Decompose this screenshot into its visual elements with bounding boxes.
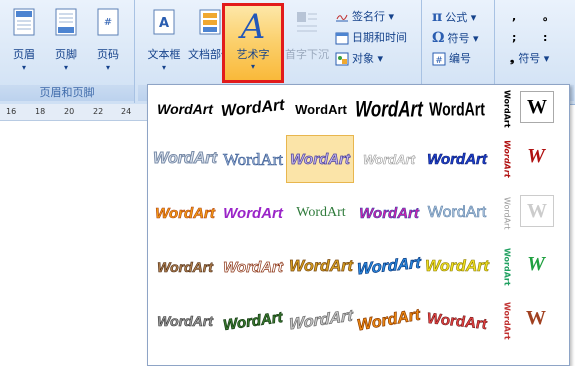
wordart-style-24[interactable]: WordArt: [288, 245, 354, 289]
wordart-style-18[interactable]: WordArt: [356, 191, 422, 235]
wordart-style-5[interactable]: WordArt: [424, 87, 490, 131]
wordart-style-26[interactable]: WordArt: [424, 245, 490, 289]
wordart-style-30[interactable]: WordArt: [220, 299, 286, 343]
wordart-style-7[interactable]: W: [520, 91, 554, 123]
wordart-style-14[interactable]: W: [520, 141, 552, 171]
wordart-style-22[interactable]: WordArt: [152, 245, 218, 289]
object-label: 对象: [352, 52, 374, 65]
omega-icon: Ω: [432, 30, 445, 46]
text-box-button[interactable]: A 文本框 ▾: [144, 4, 184, 72]
header-footer-group-label: 页眉和页脚: [0, 85, 134, 101]
equation-button[interactable]: π 公式 ▾: [432, 8, 476, 26]
wordart-style-17[interactable]: WordArt: [288, 191, 354, 235]
wordart-style-35[interactable]: W: [520, 303, 552, 333]
wordart-style-9[interactable]: WordArt: [220, 137, 286, 181]
footer-icon: [55, 8, 77, 36]
wordart-style-33[interactable]: WordArt: [424, 299, 490, 343]
wordart-style-8[interactable]: WordArt: [152, 137, 218, 181]
svg-text:A: A: [159, 16, 169, 31]
signature-line-label: 签名行: [352, 10, 385, 23]
header-label: 页眉: [13, 48, 35, 61]
object-icon: [335, 52, 349, 66]
wordart-style-16[interactable]: WordArt: [220, 191, 286, 235]
wordart-style-28[interactable]: W: [520, 249, 552, 279]
symbol-dot-icon: ❟: [510, 52, 515, 65]
text-box-label: 文本框: [147, 48, 181, 61]
equation-label: 公式: [445, 11, 468, 24]
wordart-style-31[interactable]: WordArt: [288, 299, 354, 343]
header-button[interactable]: 页眉 ▾: [4, 4, 44, 72]
ruler-tick: 18: [35, 107, 46, 116]
wordart-style-1[interactable]: WordArt: [152, 87, 218, 131]
symbol-label: 符号: [447, 32, 470, 45]
date-time-label: 日期和时间: [352, 31, 407, 44]
wordart-label: 艺术字: [236, 48, 270, 61]
drop-cap-button[interactable]: 首字下沉: [285, 4, 329, 72]
chevron-down-icon: ▾: [250, 62, 255, 71]
ruler-tick: 16: [6, 107, 17, 116]
symbol-button[interactable]: Ω 符号 ▾: [432, 29, 479, 47]
wordart-style-27[interactable]: WordArt: [499, 245, 515, 289]
pi-icon: π: [432, 9, 443, 25]
wordart-style-4[interactable]: WordArt: [355, 87, 423, 131]
wordart-icon: A: [240, 7, 266, 47]
wordart-style-32[interactable]: WordArt: [356, 299, 422, 343]
quick-parts-icon: [199, 9, 221, 35]
calendar-icon: [335, 32, 349, 45]
header-footer-group: 页眉 ▾ 页脚 ▾ # 页码 ▾ 页眉和页脚: [0, 0, 135, 103]
document-page[interactable]: [0, 121, 148, 364]
footer-button[interactable]: 页脚 ▾: [46, 4, 86, 72]
drop-cap-label: 首字下沉: [285, 48, 329, 61]
number-button[interactable]: # 编号: [432, 50, 471, 68]
svg-text:#: #: [435, 56, 443, 66]
wordart-style-13[interactable]: WordArt: [499, 137, 515, 181]
horizontal-ruler[interactable]: 16 18 20 22 24: [0, 104, 148, 121]
wordart-style-11[interactable]: WordArt: [356, 137, 422, 181]
wordart-style-34[interactable]: WordArt: [499, 299, 515, 343]
wordart-button[interactable]: A 艺术字 ▾: [222, 3, 284, 83]
ruler-tick: 22: [93, 107, 104, 116]
wordart-style-10[interactable]: WordArt: [286, 135, 354, 183]
symbol-semicolon[interactable]: ;: [512, 29, 516, 47]
special-symbol-button[interactable]: ❟ 符号 ▾: [510, 50, 549, 68]
page-number-button[interactable]: # 页码 ▾: [88, 4, 128, 72]
wordart-style-19[interactable]: WordArt: [424, 191, 490, 235]
signature-line-button[interactable]: 签名行 ▾: [335, 8, 394, 26]
wordart-gallery: WordArt WordArt WordArt WordArt WordArt …: [147, 84, 570, 366]
number-label: 编号: [449, 52, 471, 65]
wordart-style-29[interactable]: WordArt: [152, 299, 218, 343]
wordart-style-3[interactable]: WordArt: [288, 87, 354, 131]
wordart-style-21[interactable]: W: [520, 195, 554, 227]
symbol-period[interactable]: 。: [543, 8, 554, 26]
object-button[interactable]: 对象 ▾: [335, 50, 383, 68]
footer-label: 页脚: [55, 48, 77, 61]
chevron-down-icon: ▾: [105, 63, 110, 72]
ruler-tick: 20: [64, 107, 75, 116]
signature-icon: [336, 14, 348, 22]
chevron-down-icon: ▾: [21, 63, 26, 72]
chevron-down-icon: ▾: [63, 63, 68, 72]
wordart-style-15[interactable]: WordArt: [152, 191, 218, 235]
header-icon: [13, 8, 35, 36]
svg-text:#: #: [104, 17, 112, 28]
number-icon: #: [432, 52, 446, 66]
date-time-button[interactable]: 日期和时间: [335, 29, 407, 47]
special-symbol-label: 符号: [518, 52, 541, 65]
wordart-style-6[interactable]: WordArt: [499, 87, 515, 131]
wordart-style-20[interactable]: WordArt: [499, 191, 515, 235]
page-number-icon: #: [97, 8, 119, 36]
chevron-down-icon: ▾: [161, 63, 166, 72]
ruler-tick: 24: [121, 107, 132, 116]
drop-cap-icon: [297, 12, 317, 32]
symbol-comma[interactable]: ,: [512, 8, 516, 26]
symbol-colon[interactable]: :: [543, 29, 547, 47]
wordart-style-12[interactable]: WordArt: [424, 137, 490, 181]
page-number-label: 页码: [97, 48, 119, 61]
wordart-style-23[interactable]: WordArt: [220, 245, 286, 289]
text-box-icon: A: [153, 9, 175, 35]
wordart-style-2[interactable]: WordArt: [220, 87, 286, 131]
wordart-style-25[interactable]: WordArt: [356, 245, 422, 289]
